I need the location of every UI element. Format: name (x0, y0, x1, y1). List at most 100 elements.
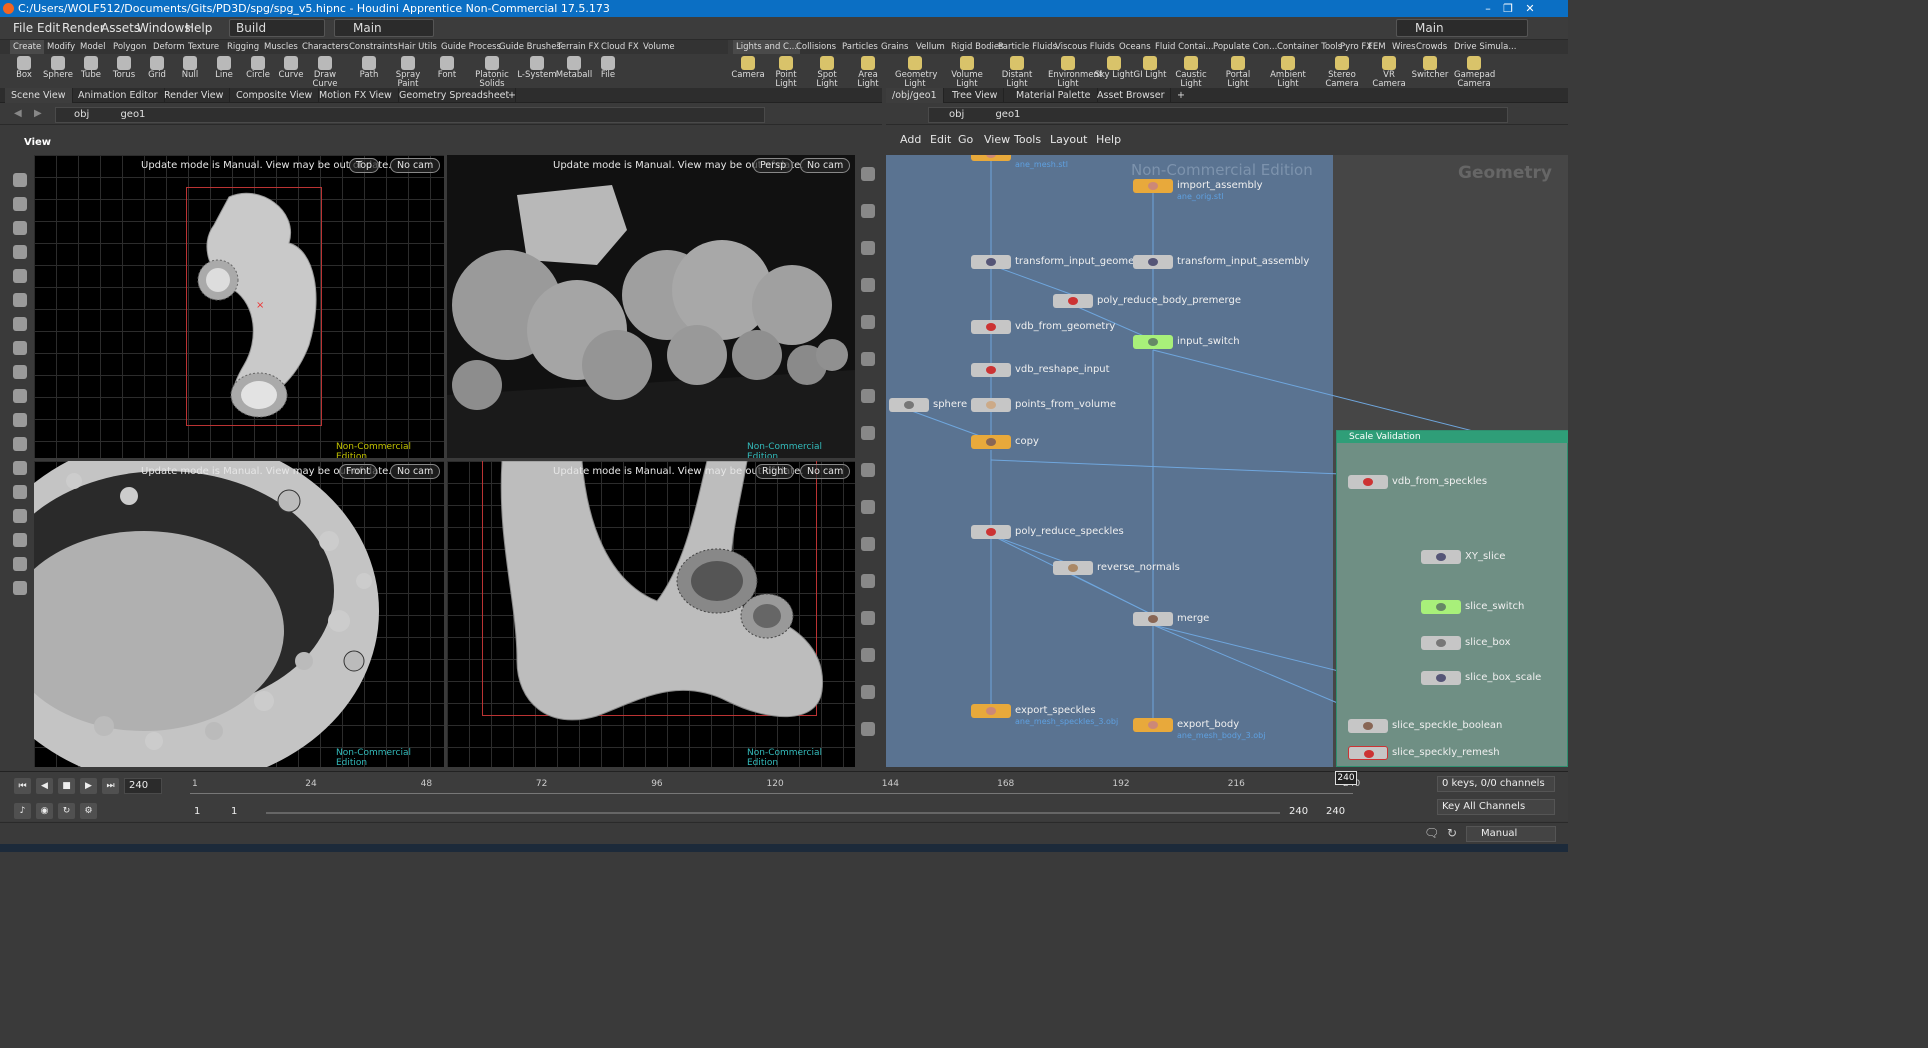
left-path-field[interactable]: obj geo1 (55, 107, 765, 123)
loop-icon[interactable]: ↻ (58, 803, 75, 819)
tool-point-light[interactable]: Point Light (766, 54, 806, 89)
step-back-icon[interactable]: ◀ (36, 778, 53, 794)
viewport-front-view-menu[interactable]: Front (339, 464, 378, 479)
jump-end-icon[interactable]: ⏭ (102, 778, 119, 794)
grid-icon[interactable] (861, 574, 875, 588)
menu-help[interactable]: Help (185, 21, 212, 35)
lights-icon[interactable] (861, 241, 875, 255)
right-path-field[interactable]: obj geo1 (928, 107, 1508, 123)
viewport-right-camera-menu[interactable]: No cam (800, 464, 851, 479)
tool-l-system[interactable]: L-System (517, 54, 557, 80)
tool-font[interactable]: Font (427, 54, 467, 80)
tool-camera[interactable]: Camera (728, 54, 768, 80)
shelf-tab-characters[interactable]: Characters (299, 40, 351, 54)
tool-file[interactable]: File (588, 54, 628, 80)
tool-spray-paint[interactable]: Spray Paint (388, 54, 428, 89)
menu-assets[interactable]: Assets (101, 21, 140, 35)
tool-environment-light[interactable]: Environment Light (1048, 54, 1102, 89)
view-tool-icon[interactable] (13, 413, 27, 427)
shelf-tab-terrain-fx[interactable]: Terrain FX (554, 40, 602, 54)
maximize-icon[interactable]: ❐ (1498, 0, 1518, 17)
viewport-persp-view-menu[interactable]: Persp (753, 158, 794, 173)
tab-motion-fx-view[interactable]: Motion FX View (313, 88, 399, 103)
current-frame-field[interactable]: 240 (124, 778, 162, 794)
shelf-tab-muscles[interactable]: Muscles (261, 40, 301, 54)
viewport-front[interactable]: Update mode is Manual. View may be out o… (34, 461, 444, 767)
tool-caustic-light[interactable]: Caustic Light (1171, 54, 1211, 89)
safe-area-icon[interactable] (861, 537, 875, 551)
path-obj[interactable]: obj (62, 109, 89, 120)
shelf-tab-deform[interactable]: Deform (150, 40, 188, 54)
shelf-tab-model[interactable]: Model (77, 40, 109, 54)
shelf-tab-rigging[interactable]: Rigging (224, 40, 262, 54)
tool-path[interactable]: Path (349, 54, 389, 80)
menu-windows[interactable]: Windows (137, 21, 191, 35)
shelf-tab-particles[interactable]: Particles (839, 40, 881, 54)
overlay-icon[interactable] (861, 722, 875, 736)
minimize-icon[interactable]: – (1478, 0, 1498, 17)
forward-arrow-icon[interactable]: ▶ (34, 108, 42, 119)
network-box-header[interactable]: Scale Validation (1337, 431, 1568, 443)
shelf-tab-guide-process[interactable]: Guide Process (438, 40, 504, 54)
viewport-top-camera-menu[interactable]: No cam (390, 158, 441, 173)
jump-start-icon[interactable]: ⏮ (14, 778, 31, 794)
viewport-right-view-menu[interactable]: Right (755, 464, 795, 479)
record-tool-icon[interactable] (13, 461, 27, 475)
shelf-tab-create[interactable]: Create (10, 40, 45, 54)
range-start2-field[interactable]: 1 (227, 805, 259, 821)
tool-switcher[interactable]: Switcher (1410, 54, 1450, 80)
viewport-persp-camera-menu[interactable]: No cam (800, 158, 851, 173)
shelf-tab-drive-simula[interactable]: Drive Simula... (1451, 40, 1519, 54)
tool-volume-light[interactable]: Volume Light (947, 54, 987, 89)
render-tool-icon[interactable] (13, 557, 27, 571)
tab-tree-view[interactable]: Tree View (946, 88, 1005, 103)
range-end-field[interactable]: 240 (1285, 805, 1317, 821)
tool-draw-curve[interactable]: Draw Curve (305, 54, 345, 89)
refresh-icon[interactable]: ↻ (1447, 826, 1457, 840)
tool-gi-light[interactable]: GI Light (1130, 54, 1170, 80)
tab-network-geo1[interactable]: /obj/geo1 (886, 88, 944, 103)
tool-gamepad-camera[interactable]: Gamepad Camera (1454, 54, 1495, 89)
tool-portal-light[interactable]: Portal Light (1218, 54, 1258, 89)
background-icon[interactable] (861, 611, 875, 625)
shelf-tab-fluid-contai[interactable]: Fluid Contai... (1152, 40, 1217, 54)
context-selector[interactable]: Main (334, 19, 434, 37)
stop-icon[interactable]: ■ (58, 778, 75, 794)
shelf-tab-oceans[interactable]: Oceans (1116, 40, 1154, 54)
menu-edit[interactable]: Edit (37, 21, 60, 35)
shelf-tab-viscous-fluids[interactable]: Viscous Fluids (1052, 40, 1118, 54)
network-menu-view[interactable]: View (984, 133, 1010, 146)
tab-composite-view[interactable]: Composite View (230, 88, 320, 103)
snapshot-icon[interactable] (861, 500, 875, 514)
network-menu-edit[interactable]: Edit (930, 133, 951, 146)
scale-tool-icon[interactable] (13, 365, 27, 379)
viewport-top-view-menu[interactable]: Top (349, 158, 380, 173)
shelf-tab-cloud-fx[interactable]: Cloud FX (598, 40, 642, 54)
tool-vr-camera[interactable]: VR Camera (1369, 54, 1409, 89)
shelf-tab-modify[interactable]: Modify (44, 40, 78, 54)
network-editor[interactable]: Non-Commercial Edition Geometry ane_mesh… (886, 155, 1568, 767)
network-menu-help[interactable]: Help (1096, 133, 1121, 146)
net-path-geo1[interactable]: geo1 (967, 109, 1020, 120)
tool-platonic-solids[interactable]: Platonic Solids (472, 54, 512, 89)
tool-spot-light[interactable]: Spot Light (807, 54, 847, 89)
viewport-persp[interactable]: Update mode is Manual. View may be out o… (447, 155, 855, 458)
play-icon[interactable]: ▶ (80, 778, 97, 794)
network-menu-add[interactable]: Add (900, 133, 921, 146)
close-icon[interactable]: ✕ (1520, 0, 1540, 17)
lock-tool-icon[interactable] (13, 269, 27, 283)
shelf-tab-polygon[interactable]: Polygon (110, 40, 149, 54)
realtime-icon[interactable]: ◉ (36, 803, 53, 819)
desktop-selector[interactable]: Build (229, 19, 325, 37)
arrow-tool-icon[interactable] (13, 245, 27, 259)
shelf-tab-fem[interactable]: FEM (1365, 40, 1389, 54)
viewport-top[interactable]: × Update mode is Manual. View may be out… (34, 155, 444, 458)
network-menu-tools[interactable]: Tools (1014, 133, 1041, 146)
tab-render-view[interactable]: Render View (158, 88, 231, 103)
menu-render[interactable]: Render (62, 21, 105, 35)
points-icon[interactable] (861, 315, 875, 329)
shading-icon[interactable] (861, 204, 875, 218)
path-geo1[interactable]: geo1 (92, 109, 145, 120)
range-start-field[interactable]: 1 (190, 805, 222, 821)
add-tab-icon[interactable]: + (502, 88, 522, 103)
